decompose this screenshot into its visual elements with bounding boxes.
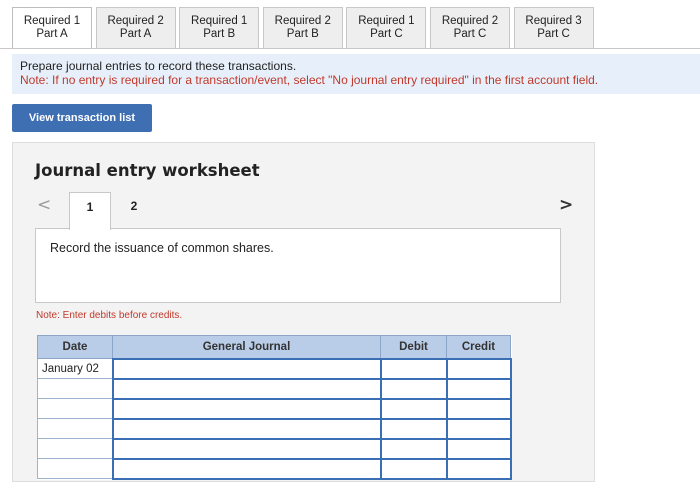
tab-required-1-part-b[interactable]: Required 1 Part B xyxy=(179,7,260,48)
table-row xyxy=(37,417,512,440)
account-input[interactable] xyxy=(111,457,382,480)
tab-required-1-part-a[interactable]: Required 1 Part A xyxy=(12,7,92,49)
credit-input[interactable] xyxy=(445,457,512,480)
view-transaction-list-button[interactable]: View transaction list xyxy=(12,104,152,132)
date-cell xyxy=(37,438,113,459)
instructions-panel: Prepare journal entries to record these … xyxy=(12,54,700,94)
tab-label-line1: Required 2 xyxy=(107,15,164,27)
date-cell xyxy=(37,378,113,399)
table-row xyxy=(37,437,512,460)
tab-required-3-part-c[interactable]: Required 3 Part C xyxy=(513,7,594,48)
debit-input[interactable] xyxy=(379,437,448,460)
table-row xyxy=(37,377,512,400)
credit-input[interactable] xyxy=(445,417,512,440)
tab-label-line1: Required 2 xyxy=(274,15,331,27)
chevron-right-icon[interactable]: > xyxy=(559,195,573,215)
column-header-debit: Debit xyxy=(380,335,447,359)
credit-input[interactable] xyxy=(445,357,512,380)
account-input[interactable] xyxy=(111,357,382,380)
debit-input[interactable] xyxy=(379,397,448,420)
instructions-text: Prepare journal entries to record these … xyxy=(20,59,297,73)
transaction-description-text: Record the issuance of common shares. xyxy=(50,241,274,255)
table-row xyxy=(37,397,512,420)
date-cell xyxy=(37,418,113,439)
tab-label-line1: Required 3 xyxy=(525,15,582,27)
tab-label-line2: Part B xyxy=(203,28,236,40)
tabs-divider xyxy=(0,48,700,49)
debit-input[interactable] xyxy=(379,457,448,480)
tab-label-line2: Part A xyxy=(119,28,152,40)
account-input[interactable] xyxy=(111,397,382,420)
worksheet-page-2[interactable]: 2 xyxy=(123,192,145,228)
debit-input[interactable] xyxy=(379,377,448,400)
instructions-note: Note: If no entry is required for a tran… xyxy=(20,73,599,87)
journal-header-row: Date General Journal Debit Credit xyxy=(37,335,511,359)
tab-label-line2: Part C xyxy=(453,28,487,40)
tab-label-line1: Required 2 xyxy=(441,15,499,27)
chevron-left-icon[interactable]: < xyxy=(37,195,51,215)
debit-input[interactable] xyxy=(379,357,448,380)
credit-input[interactable] xyxy=(445,377,512,400)
tab-required-2-part-a[interactable]: Required 2 Part A xyxy=(95,7,176,48)
tab-label-line2: Part C xyxy=(537,28,570,40)
worksheet-title: Journal entry worksheet xyxy=(35,161,260,180)
column-header-credit: Credit xyxy=(446,335,511,359)
requirement-tabs: Required 1 Part A Required 2 Part A Requ… xyxy=(12,7,597,49)
date-cell xyxy=(37,458,113,479)
column-header-date: Date xyxy=(37,335,113,359)
credit-input[interactable] xyxy=(445,397,512,420)
journal-table: Date General Journal Debit Credit Januar… xyxy=(37,335,512,480)
transaction-description: Record the issuance of common shares. xyxy=(35,228,561,303)
tab-required-2-part-c[interactable]: Required 2 Part C xyxy=(429,7,510,48)
tab-label-line1: Required 1 xyxy=(191,15,248,27)
table-row xyxy=(37,457,512,480)
tab-label-line2: Part A xyxy=(36,28,68,40)
debit-input[interactable] xyxy=(379,417,448,440)
journal-entry-worksheet: Journal entry worksheet < 1 2 > Record t… xyxy=(12,142,595,482)
table-row: January 02 xyxy=(37,357,512,380)
worksheet-page-1[interactable]: 1 xyxy=(69,192,111,230)
date-cell xyxy=(37,398,113,419)
column-header-general-journal: General Journal xyxy=(112,335,381,359)
tab-required-1-part-c[interactable]: Required 1 Part C xyxy=(346,7,427,48)
tab-required-2-part-b[interactable]: Required 2 Part B xyxy=(262,7,343,48)
account-input[interactable] xyxy=(111,437,382,460)
tab-label-line1: Required 1 xyxy=(23,15,81,27)
date-cell: January 02 xyxy=(37,358,113,379)
tab-label-line2: Part C xyxy=(370,28,403,40)
debits-note: Note: Enter debits before credits. xyxy=(36,310,183,321)
account-input[interactable] xyxy=(111,377,382,400)
credit-input[interactable] xyxy=(445,437,512,460)
tab-label-line1: Required 1 xyxy=(358,15,415,27)
account-input[interactable] xyxy=(111,417,382,440)
tab-label-line2: Part B xyxy=(286,28,319,40)
